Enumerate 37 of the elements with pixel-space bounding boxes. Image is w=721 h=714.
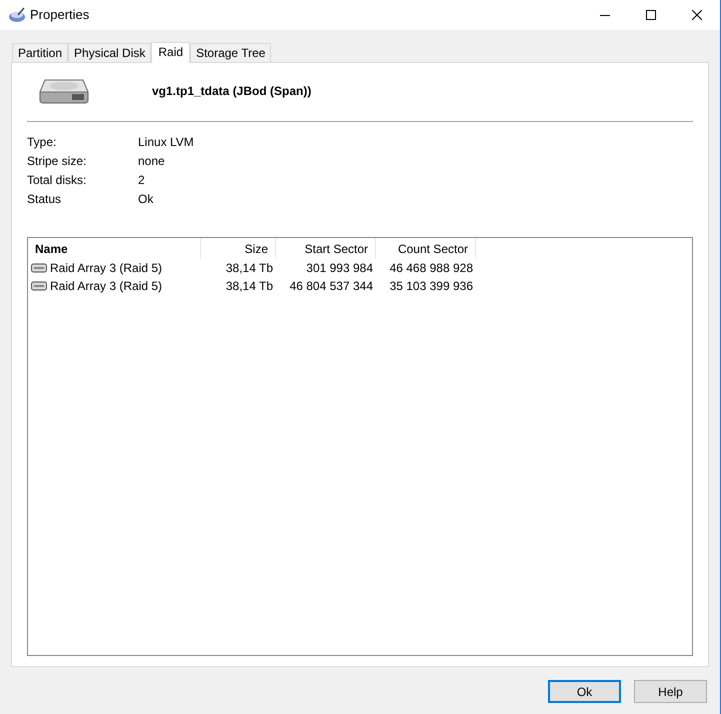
drive-icon (31, 281, 47, 291)
property-value: none (138, 152, 165, 170)
drive-icon (31, 263, 47, 273)
volume-title: vg1.tp1_tdata (JBod (Span)) (152, 83, 312, 100)
tab[interactable]: Physical Disk (68, 43, 152, 62)
table-cell-text: 301 993 984 (306, 260, 373, 277)
table-cell-text: Raid Array 3 (Raid 5) (50, 278, 162, 295)
property-value: Ok (138, 190, 154, 208)
table-row[interactable]: Raid Array 3 (Raid 5) 38,14 Tb 301 993 984 46 468 988 928 (28, 259, 692, 277)
table-cell-text: 46 804 537 344 (290, 278, 373, 295)
tab[interactable]: Raid (151, 42, 190, 63)
property-label: Stripe size: (27, 152, 88, 170)
column-header[interactable]: Size (201, 238, 276, 259)
window-title: Properties (30, 6, 90, 24)
table-cell-text: 38,14 Tb (226, 260, 273, 277)
property-value: 2 (138, 172, 145, 188)
table-cell-text: 38,14 Tb (226, 278, 273, 295)
table-cell-text: Raid Array 3 (Raid 5) (50, 260, 162, 277)
tab[interactable]: Partition (12, 43, 68, 62)
property-value: Linux LVM (138, 134, 194, 150)
property-label: Type: (27, 134, 58, 150)
table-row[interactable]: Raid Array 3 (Raid 5) 38,14 Tb 46 804 537 344 35 103 399 936 (28, 277, 692, 295)
table-cell-text: 35 103 399 936 (390, 278, 473, 295)
property-label: Status (27, 190, 62, 208)
disk-app-icon (8, 7, 26, 23)
column-header[interactable]: Count Sector (376, 238, 476, 259)
dialog-button[interactable]: Help (634, 680, 707, 703)
column-header[interactable]: Name (28, 238, 201, 259)
dialog-button[interactable]: Ok (548, 680, 621, 703)
column-header[interactable]: Start Sector (276, 238, 376, 259)
property-label: Total disks: (27, 172, 88, 188)
minimize-icon (600, 14, 610, 16)
hard-drive-icon (39, 78, 89, 104)
tab[interactable]: Storage Tree (190, 43, 272, 62)
close-icon (692, 10, 702, 20)
table-cell-text: 46 468 988 928 (390, 260, 473, 277)
maximize-icon (646, 10, 656, 20)
